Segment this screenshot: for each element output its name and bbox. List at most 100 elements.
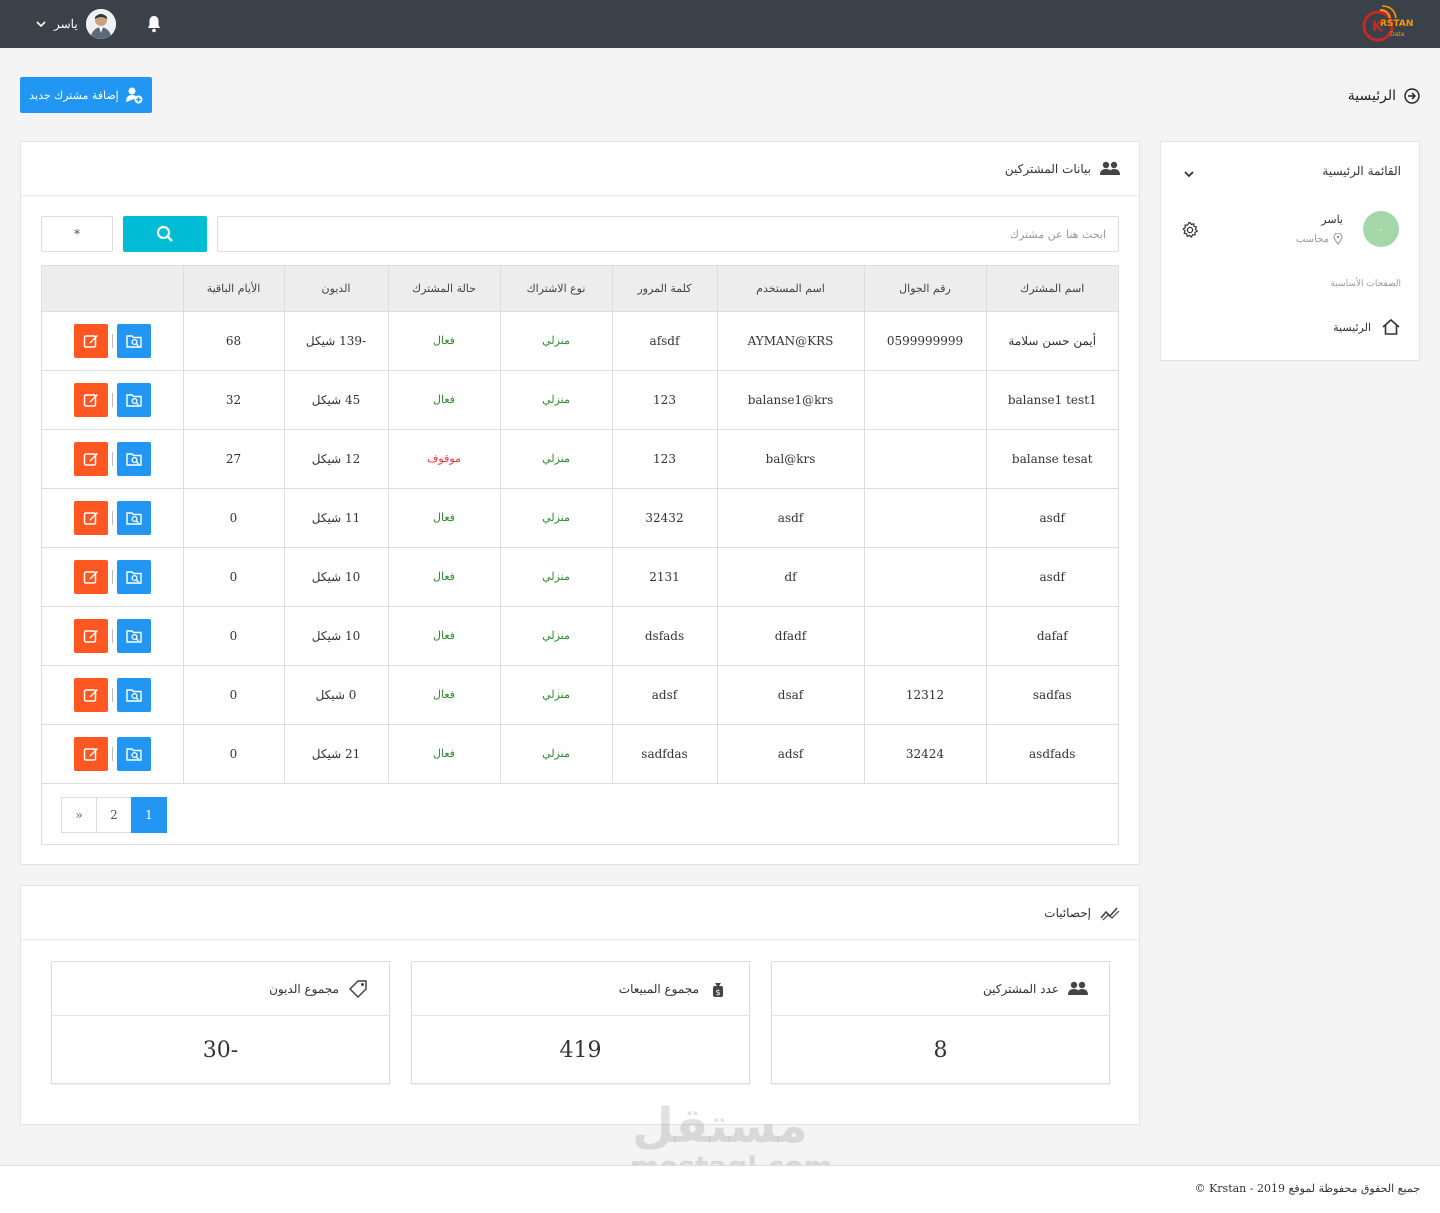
view-button[interactable] (116, 441, 151, 476)
stat-value: 8 (933, 1037, 948, 1063)
divider (111, 333, 113, 348)
page-1[interactable]: 1 (131, 797, 167, 833)
cell-days: 27 (182, 429, 284, 489)
pagination: » 2 1 (61, 797, 167, 833)
cell-phone (863, 488, 986, 548)
view-button[interactable] (116, 500, 151, 535)
edit-button[interactable] (73, 559, 108, 594)
view-button[interactable] (116, 618, 151, 653)
row-actions (42, 618, 183, 653)
page-next[interactable]: » (61, 797, 97, 833)
statistics-panel-header: إحصائيات (21, 886, 1139, 940)
edit-button[interactable] (73, 500, 108, 535)
subscribers-panel-title: بيانات المشتركين (1004, 161, 1091, 176)
view-button[interactable] (116, 559, 151, 594)
breadcrumb[interactable]: الرئيسية (1348, 84, 1420, 108)
col-header-phone[interactable]: رقم الجوال (863, 266, 986, 312)
table-row: asdf df 2131 منزلي فعال 10 شيكل 0 (42, 547, 1118, 607)
edit-icon (83, 629, 98, 643)
edit-button[interactable] (73, 677, 108, 712)
divider (111, 510, 113, 525)
folder-search-icon (126, 570, 142, 584)
table-header-row: اسم المشترك رقم الجوال اسم المستخدم كلمة… (42, 266, 1118, 312)
edit-button[interactable] (73, 441, 108, 476)
chevron-down-icon[interactable] (1183, 168, 1195, 180)
col-header-status[interactable]: حالة المشترك (387, 266, 500, 312)
watermark-arabic: مستقل (632, 1098, 808, 1154)
cell-username: dsaf (716, 665, 864, 725)
edit-button[interactable] (73, 382, 108, 417)
svg-text:$: $ (715, 988, 720, 997)
cell-status: فعال (387, 665, 500, 725)
bell-icon[interactable] (146, 15, 162, 33)
cell-type: منزلي (499, 488, 612, 548)
col-header-days[interactable]: الأيام الباقية (182, 266, 284, 312)
col-header-username[interactable]: اسم المستخدم (716, 266, 864, 312)
cell-debt: 21 شيكل (283, 724, 388, 784)
cell-debt: 10 شيكل (283, 606, 388, 666)
cell-status: فعال (387, 724, 500, 784)
cell-actions (42, 370, 183, 430)
cell-debt: 45 شيكل (283, 370, 388, 430)
cell-phone: 12312 (863, 665, 986, 725)
search-input[interactable] (217, 216, 1119, 252)
row-actions (42, 441, 183, 476)
cell-actions (42, 724, 183, 784)
filter-select[interactable]: * (41, 216, 113, 252)
user-name: ياسر (54, 17, 78, 31)
view-button[interactable] (116, 736, 151, 771)
cell-password: 2131 (611, 547, 717, 607)
user-menu[interactable]: ياسر (36, 8, 116, 40)
sidebar-user-role: محاسب (1296, 233, 1343, 245)
row-actions (42, 677, 183, 712)
footer: جميع الحقوق محفوظة لموقع 2019 - Krstan © (0, 1165, 1440, 1213)
cell-actions (42, 665, 183, 725)
add-subscriber-button[interactable]: إضافة مشترك جديد (20, 77, 152, 113)
gear-icon[interactable] (1181, 221, 1199, 239)
cell-name: dafaf (985, 606, 1118, 666)
cell-username: balanse1@krs (716, 370, 864, 430)
cell-password: afsdf (611, 311, 717, 371)
edit-button[interactable] (73, 736, 108, 771)
table-row: asdfads 32424 adsf sadfdas منزلي فعال 21 شيكل 0 (42, 724, 1118, 784)
folder-search-icon (126, 688, 142, 702)
col-header-actions (42, 266, 183, 312)
table-row: أيمن حسن سلامة 0599999999 AYMAN@KRS afsdf من… (42, 311, 1118, 371)
view-button[interactable] (116, 323, 151, 358)
sidebar-item-home[interactable]: الرئيسية (1333, 318, 1401, 336)
page-2[interactable]: 2 (96, 797, 132, 833)
edit-icon (83, 511, 98, 525)
money-bag-icon: $ (713, 982, 723, 997)
cell-name: asdf (985, 547, 1118, 607)
top-navbar: ياسر RSTAN K Data (0, 0, 1440, 48)
cell-actions (42, 547, 183, 607)
col-header-debt[interactable]: الديون (283, 266, 388, 312)
edit-button[interactable] (73, 618, 108, 653)
stat-label: مجموع المبيعات (618, 981, 699, 996)
add-user-icon (125, 87, 143, 104)
cell-type: منزلي (499, 606, 612, 666)
stat-card-sales: $ مجموع المبيعات 419 (411, 961, 750, 1084)
view-button[interactable] (116, 382, 151, 417)
edit-icon (83, 747, 98, 761)
col-header-name[interactable]: اسم المشترك (985, 266, 1118, 312)
cell-status: موقوف (387, 429, 500, 489)
col-header-type[interactable]: نوع الاشتراك (499, 266, 612, 312)
row-actions (42, 500, 183, 535)
cell-username: asdf (716, 488, 864, 548)
sidebar-title[interactable]: القائمة الرئيسية (1322, 164, 1401, 178)
cell-password: adsf (611, 665, 717, 725)
col-header-password[interactable]: كلمة المرور (611, 266, 717, 312)
search-bar: * (41, 216, 1119, 252)
edit-icon (83, 393, 98, 407)
folder-search-icon (126, 393, 142, 407)
view-button[interactable] (116, 677, 151, 712)
edit-button[interactable] (73, 323, 108, 358)
cell-name: sadfas (985, 665, 1118, 725)
sidebar-section-label: الصفحات الأساسية (1330, 279, 1401, 289)
row-actions (42, 382, 183, 417)
divider (111, 392, 113, 407)
folder-search-icon (126, 629, 142, 643)
chevron-down-icon (36, 21, 46, 28)
search-button[interactable] (123, 216, 207, 252)
